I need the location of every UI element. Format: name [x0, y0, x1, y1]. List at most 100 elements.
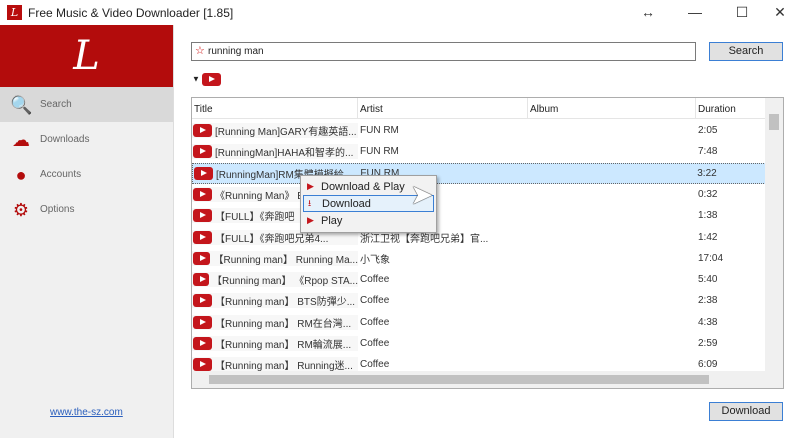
scroll-corner — [765, 371, 783, 388]
sidebar-item-label: Downloads — [40, 134, 90, 145]
table-header: Title Artist Album Duration — [192, 98, 766, 119]
sidebar-item-options[interactable]: ⚙ Options — [0, 192, 173, 227]
column-album[interactable]: Album — [528, 98, 696, 118]
youtube-icon — [193, 230, 212, 244]
logo: L — [0, 25, 173, 87]
sidebar-item-label: Accounts — [40, 169, 82, 180]
cell-artist: FUN RM — [360, 146, 399, 158]
title-text: 【Running man】 《Rpop STA... — [212, 276, 358, 288]
sidebar-item-search[interactable]: 🔍 Search — [0, 87, 173, 122]
cell-artist: Coffee — [360, 316, 390, 328]
cell-title: 【Running man】 《Rpop STA... — [192, 272, 358, 287]
cell-artist: Coffee — [360, 338, 390, 349]
search-icon: 🔍 — [10, 94, 33, 115]
cell-duration: 1:38 — [698, 210, 718, 222]
mouse-cursor-icon: ➤ — [410, 179, 434, 210]
cell-title: 【Running man】 BTS防彈少... — [192, 293, 358, 308]
vertical-scrollbar[interactable] — [765, 98, 783, 372]
cell-duration: 2:59 — [698, 338, 718, 349]
column-duration[interactable]: Duration — [696, 98, 766, 118]
youtube-icon — [193, 358, 212, 372]
search-input[interactable]: ☆ running man — [191, 42, 696, 61]
close-button[interactable]: ✕ — [770, 3, 790, 21]
cell-title: [Running Man]GARY有趣英語... — [192, 123, 358, 138]
title-text: 【Running man】 RM輪流展... — [215, 340, 352, 351]
cell-artist: Coffee — [360, 274, 390, 286]
play-icon: ▶ — [307, 181, 314, 191]
table-row[interactable]: [Running Man]GARY有趣英語... FUN RM 2:05 — [192, 120, 766, 141]
cell-duration: 17:04 — [698, 252, 724, 264]
youtube-icon — [193, 251, 211, 265]
cell-duration: 2:05 — [698, 125, 718, 136]
youtube-icon — [193, 124, 212, 137]
download-button[interactable]: Download — [709, 402, 783, 421]
menu-label: Download & Play — [321, 180, 405, 193]
sidebar-item-downloads[interactable]: ☁ Downloads — [0, 122, 173, 157]
youtube-icon — [193, 273, 209, 287]
source-selector[interactable]: ▼ — [192, 73, 222, 86]
table-row[interactable]: 【Running man】 BTS防彈少... Coffee 2:38 — [192, 290, 766, 311]
horizontal-scrollbar[interactable] — [192, 371, 766, 388]
youtube-icon — [194, 166, 213, 180]
cell-duration: 5:40 — [698, 274, 718, 286]
minimize-button[interactable]: — — [685, 3, 705, 21]
youtube-icon — [193, 315, 212, 329]
title-bar: L Free Music & Video Downloader [1.85] ↔… — [0, 0, 800, 25]
table-row[interactable]: 《Running Man》 E 0:32 — [192, 184, 766, 205]
cell-duration: 0:32 — [698, 188, 718, 200]
youtube-icon — [193, 337, 212, 350]
sidebar-item-accounts[interactable]: ● Accounts — [0, 157, 173, 192]
resize-icon[interactable]: ↔ — [638, 3, 658, 21]
title-text: 《Running Man》 E — [215, 190, 304, 202]
results-table: Title Artist Album Duration [Running Man… — [191, 97, 784, 389]
user-icon: ● — [15, 164, 27, 185]
cell-duration: 6:09 — [698, 359, 718, 371]
cell-title: 【Running man】 RM在台灣... — [192, 315, 358, 330]
table-row[interactable]: [RunningMan]RM集體模擬給... FUN RM 3:22 — [192, 162, 766, 184]
table-row[interactable]: 【Running man】 Running Ma... 小飞象 17:04 — [192, 248, 766, 269]
youtube-icon — [202, 73, 222, 86]
menu-label: Play — [321, 214, 343, 227]
title-text: [Running Man]GARY有趣英語... — [215, 127, 357, 138]
column-artist[interactable]: Artist — [358, 98, 528, 118]
cell-duration: 1:42 — [698, 231, 718, 243]
table-row[interactable]: 【Running man】 RM在台灣... Coffee 4:38 — [192, 312, 766, 333]
youtube-icon — [193, 209, 212, 223]
cell-duration: 3:22 — [697, 167, 717, 179]
title-text: 【Running man】 BTS防彈少... — [215, 297, 356, 309]
sidebar: L 🔍 Search ☁ Downloads ● Accounts ⚙ Options … — [0, 25, 174, 438]
cell-title: 【Running man】 Running Ma... — [192, 251, 358, 266]
search-button[interactable]: Search — [709, 42, 783, 61]
search-value: running man — [208, 46, 264, 57]
star-icon: ☆ — [195, 45, 205, 57]
table-row[interactable]: 【FULL】《奔跑吧兄弟4... 浙江卫视【奔跑吧兄弟】官... 1:42 — [192, 227, 766, 248]
column-title[interactable]: Title — [192, 98, 358, 118]
youtube-icon — [193, 294, 212, 308]
cell-artist: FUN RM — [360, 125, 399, 136]
cell-artist: 小飞象 — [360, 254, 390, 266]
menu-item-play[interactable]: ▶ Play — [303, 212, 434, 229]
table-row[interactable]: 【Running man】 《Rpop STA... Coffee 5:40 — [192, 269, 766, 290]
gear-icon: ⚙ — [12, 199, 30, 220]
download-icon: ⭳ — [308, 197, 312, 208]
maximize-button[interactable]: ☐ — [732, 3, 752, 21]
cloud-download-icon: ☁ — [12, 129, 30, 150]
cell-duration: 4:38 — [698, 316, 718, 328]
youtube-icon — [193, 187, 212, 201]
cell-artist: Coffee — [360, 359, 390, 371]
menu-label: Download — [322, 197, 371, 210]
sidebar-item-label: Search — [40, 99, 72, 110]
cell-duration: 7:48 — [698, 146, 718, 158]
sidebar-item-label: Options — [40, 204, 75, 215]
play-icon: ▶ — [307, 215, 314, 225]
table-row[interactable]: [RunningMan]HAHA和智孝的... FUN RM 7:48 — [192, 141, 766, 162]
youtube-icon — [193, 145, 212, 159]
cell-duration: 2:38 — [698, 295, 718, 307]
title-text: 【Running man】 Running Ma... — [213, 254, 358, 266]
table-row[interactable]: 【FULL】《奔跑吧跑吧兄弟】官...1:38 — [192, 205, 766, 226]
chevron-down-icon: ▼ — [192, 74, 200, 84]
cell-title: [RunningMan]HAHA和智孝的... — [192, 144, 358, 159]
table-row[interactable]: 【Running man】 RM輪流展... Coffee 2:59 — [192, 333, 766, 354]
title-text: 【Running man】 RM在台灣... — [215, 318, 352, 330]
website-link[interactable]: www.the-sz.com — [50, 407, 123, 418]
